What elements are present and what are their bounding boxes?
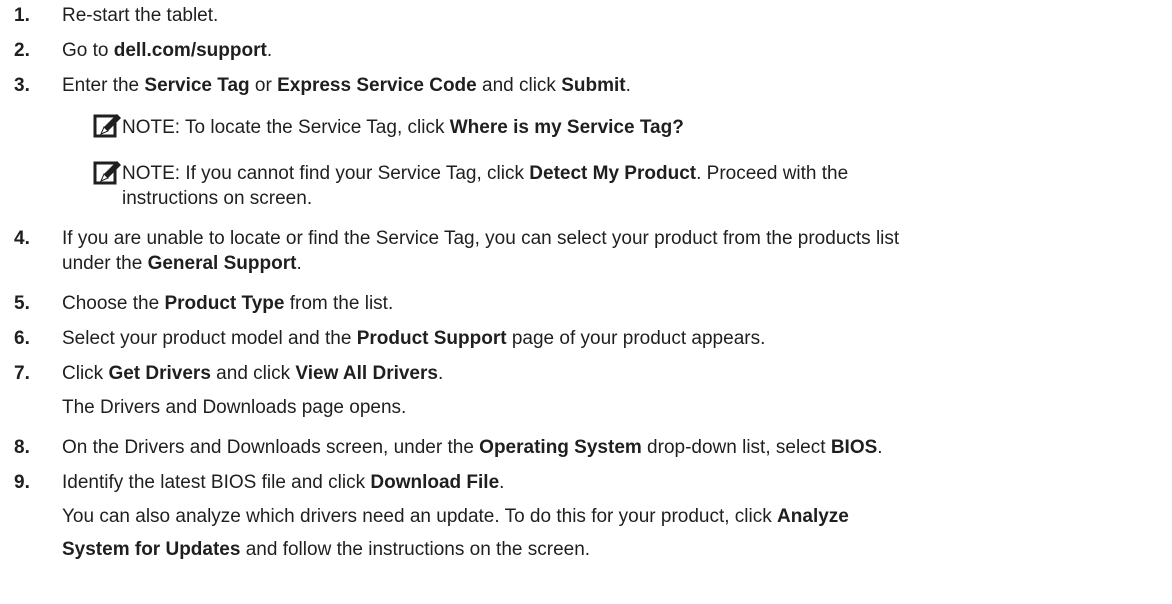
step-number: 4. bbox=[14, 228, 30, 249]
step-text: Select your product model and the Produc… bbox=[62, 328, 766, 349]
step-number: 5. bbox=[14, 293, 30, 314]
step-number: 2. bbox=[14, 40, 30, 61]
note-text: NOTE: To locate the Service Tag, click W… bbox=[122, 117, 684, 138]
step-text: Re-start the tablet. bbox=[62, 5, 219, 26]
step-text: Click Get Drivers and click View All Dri… bbox=[62, 363, 444, 384]
step-text: Go to dell.com/support. bbox=[62, 40, 273, 61]
note-pencil-icon bbox=[93, 161, 121, 185]
step-text: Choose the Product Type from the list. bbox=[62, 293, 394, 314]
note-label: NOTE: bbox=[122, 117, 181, 138]
link-dell-support: dell.com/support bbox=[113, 40, 267, 61]
note-pencil-icon bbox=[93, 114, 121, 138]
step-text: Enter the Service Tag or Express Service… bbox=[62, 75, 631, 96]
step-number: 8. bbox=[14, 437, 30, 458]
note-label: NOTE: bbox=[122, 163, 181, 184]
step-number: 6. bbox=[14, 328, 30, 349]
step-number: 1. bbox=[14, 5, 30, 26]
note-text: NOTE: If you cannot find your Service Ta… bbox=[122, 163, 849, 184]
step-text: Identify the latest BIOS file and click … bbox=[62, 472, 505, 493]
step-number: 3. bbox=[14, 75, 30, 96]
step-number: 9. bbox=[14, 472, 30, 493]
step-number: 7. bbox=[14, 363, 30, 384]
step-text: If you are unable to locate or find the … bbox=[62, 228, 900, 249]
step-text: On the Drivers and Downloads screen, und… bbox=[62, 437, 883, 458]
